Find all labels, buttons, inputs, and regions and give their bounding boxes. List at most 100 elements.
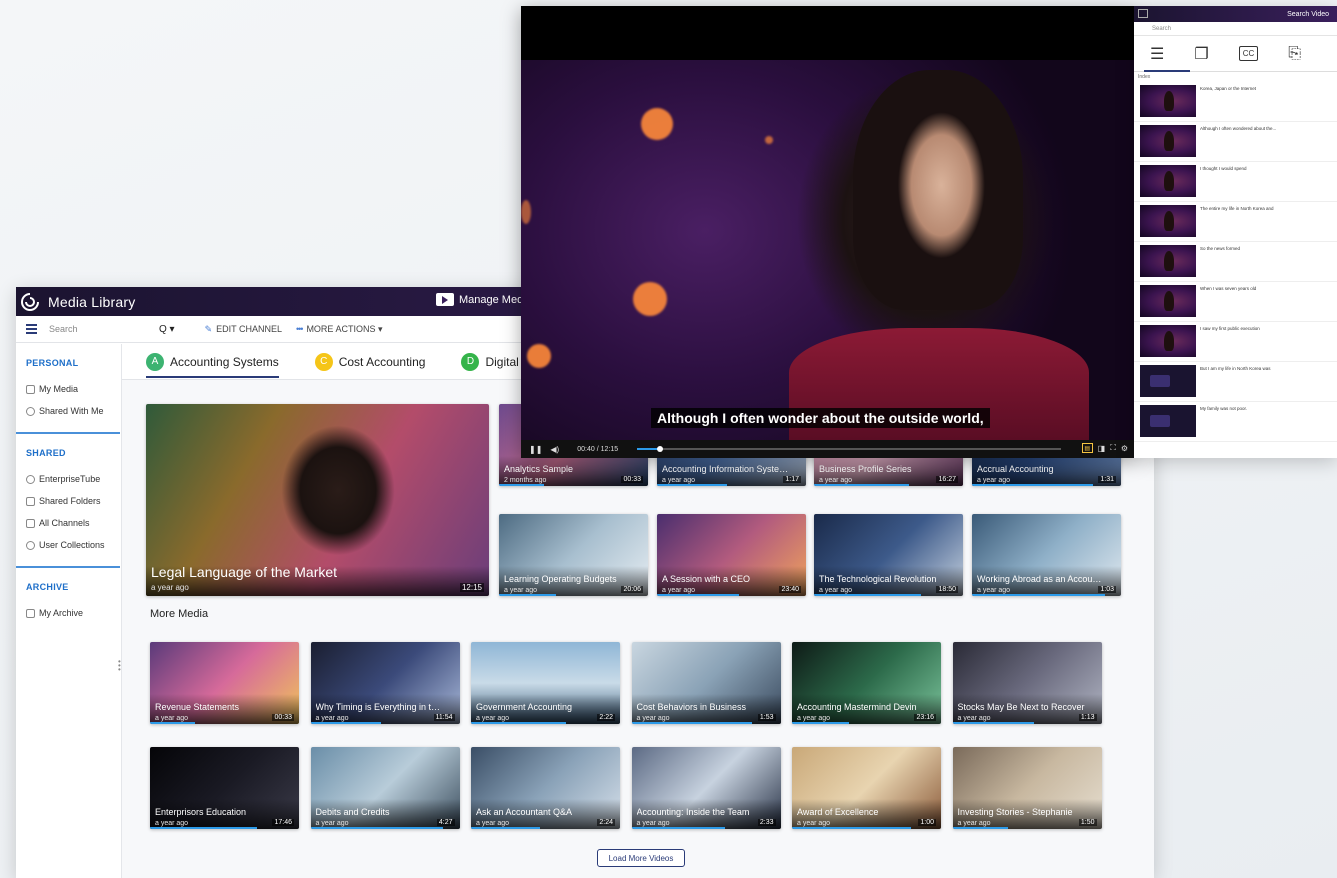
tab-letter-badge: C: [314, 352, 333, 371]
watch-progress-bar: [471, 722, 567, 724]
video-card[interactable]: Accounting: Inside the Team a year ago 2:3…: [631, 747, 781, 829]
video-age: a year ago: [476, 820, 510, 827]
entry-text: I saw my first public execution: [1200, 326, 1260, 331]
index-entry[interactable]: My family was not poor.: [1134, 402, 1337, 442]
video-card[interactable]: Stocks May Be Next to Recover a year ago 1…: [952, 642, 1102, 724]
tab-label: Accounting Systems: [170, 354, 279, 369]
sidebar-resize-handle[interactable]: • • •: [118, 658, 121, 674]
video-card[interactable]: The Technological Revolution a year ago 18…: [814, 514, 963, 596]
load-more-button[interactable]: Load More Videos: [597, 849, 685, 867]
video-age: a year ago: [819, 587, 853, 594]
pause-icon[interactable]: ❚❚: [529, 445, 542, 454]
video-card[interactable]: Investing Stories - Stephanie a year ago 1…: [952, 747, 1102, 829]
menu-icon[interactable]: [26, 322, 37, 336]
video-card[interactable]: Revenue Statements a year ago 00:33: [150, 642, 299, 724]
settings-gear-icon[interactable]: ⚙: [1121, 444, 1128, 453]
closed-captions-icon[interactable]: CC: [1238, 46, 1259, 61]
entry-text: When I was seven years old: [1200, 286, 1257, 291]
sidebar-item-enterprisetube[interactable]: EnterpriseTube: [26, 468, 120, 490]
panel-search-input[interactable]: Search: [1134, 22, 1337, 36]
featured-video-card[interactable]: Legal Language of the Market a year ago …: [146, 404, 489, 596]
list-icon[interactable]: ☰: [1150, 44, 1164, 64]
search-button[interactable]: Q ▾: [159, 324, 175, 335]
video-age: a year ago: [662, 477, 696, 484]
sidebar-item-label: Shared With Me: [39, 406, 104, 416]
video-card[interactable]: Debits and Credits a year ago 4:27: [310, 747, 460, 829]
video-card[interactable]: Government Accounting a year ago 2:22: [471, 642, 620, 724]
index-entry[interactable]: I saw my first public execution: [1134, 322, 1337, 362]
video-card[interactable]: Working Abroad as an Accountant a year ag…: [972, 514, 1121, 596]
sidebar-section-personal: PERSONAL My Media Shared With Me: [16, 344, 120, 434]
tab-cost-accounting[interactable]: C Cost Accounting: [314, 344, 425, 380]
layout-icon[interactable]: ◨: [1098, 444, 1106, 453]
panel-title: Search Video: [1287, 10, 1329, 18]
manage-media-button[interactable]: Manage Media: [436, 293, 532, 306]
video-title: Government Accounting: [476, 702, 573, 712]
video-duration: 12:15: [459, 583, 484, 592]
app-logo-icon[interactable]: [20, 292, 40, 312]
sidebar-item-all-channels[interactable]: All Channels: [26, 512, 120, 534]
bokeh-light: [641, 108, 673, 140]
video-age: a year ago: [315, 715, 349, 722]
search-input[interactable]: Search: [49, 324, 149, 334]
video-title: Enterprisors Education: [155, 807, 247, 817]
window-icon[interactable]: [1138, 9, 1148, 18]
volume-icon[interactable]: ◀): [550, 445, 559, 454]
video-age: a year ago: [155, 820, 189, 827]
sidebar-section-archive: ARCHIVE My Archive: [16, 568, 120, 634]
panel-tab-icons: ☰ ❐ CC ⎘: [1134, 36, 1337, 72]
video-card[interactable]: Ask an Accountant Q&A a year ago 2:24: [471, 747, 620, 829]
sidebar-item-shared-with-me[interactable]: Shared With Me: [26, 400, 120, 422]
watch-progress-bar: [972, 594, 1105, 596]
video-title: Stocks May Be Next to Recover: [957, 702, 1085, 712]
search-video-panel: Search Video Search ☰ ❐ CC ⎘ Index Korea…: [1134, 6, 1337, 458]
video-card[interactable]: A Session with a CEO a year ago 23:40: [657, 514, 806, 596]
archive-icon: [26, 608, 35, 618]
watch-progress-bar: [657, 484, 728, 486]
index-entry[interactable]: But I am my life in North Korea was: [1134, 362, 1337, 402]
edit-channel-button[interactable]: ✎ EDIT CHANNEL: [205, 324, 282, 335]
watch-progress-bar: [952, 827, 1008, 829]
caption-text: Although I often wonder about the outsid…: [651, 408, 990, 428]
video-title: Business Profile Series: [819, 464, 912, 474]
video-age: a year ago: [957, 715, 991, 722]
sidebar-item-user-collections[interactable]: User Collections: [26, 534, 120, 556]
bookmark-icon[interactable]: ⎘: [1288, 45, 1301, 63]
index-entry[interactable]: So the news formed: [1134, 242, 1337, 282]
seek-bar[interactable]: [637, 446, 1061, 452]
speaker-figure: [853, 70, 1023, 310]
video-card[interactable]: Award of Excellence a year ago 1:00: [792, 747, 941, 829]
sidebar-item-shared-folders[interactable]: Shared Folders: [26, 490, 120, 512]
copy-icon[interactable]: ❐: [1194, 44, 1208, 64]
video-card[interactable]: Cost Behaviors in Business a year ago 1:53: [631, 642, 781, 724]
more-actions-button[interactable]: ••• MORE ACTIONS ▾: [296, 324, 382, 335]
entry-thumbnail: [1140, 405, 1196, 437]
index-entry[interactable]: When I was seven years old: [1134, 282, 1337, 322]
panel-header: Search Video: [1134, 6, 1337, 22]
video-duration: 4:27: [436, 819, 455, 826]
video-age: a year ago: [504, 587, 538, 594]
video-card[interactable]: Why Timing is Everything in the Market a …: [310, 642, 460, 724]
sidebar-item-my-media[interactable]: My Media: [26, 378, 120, 400]
video-title: The Technological Revolution: [819, 574, 937, 584]
index-entry[interactable]: Although I often wondered about the...: [1134, 122, 1337, 162]
sidebar-item-my-archive[interactable]: My Archive: [26, 602, 120, 624]
seek-handle[interactable]: [657, 446, 664, 452]
video-frame[interactable]: [521, 60, 1134, 440]
tab-letter-badge: A: [146, 352, 164, 371]
tab-accounting-systems[interactable]: A Accounting Systems: [146, 344, 279, 380]
index-entry[interactable]: I thought I would spend: [1134, 162, 1337, 202]
captions-icon[interactable]: ▤: [1081, 443, 1093, 453]
video-age: a year ago: [819, 477, 853, 484]
index-entry[interactable]: The entire my life in North Korea and: [1134, 202, 1337, 242]
video-duration: 1:31: [1098, 476, 1116, 483]
video-age: a year ago: [957, 820, 991, 827]
video-title: Revenue Statements: [155, 702, 240, 712]
index-entry[interactable]: Korea, Japan or the Internet: [1134, 82, 1337, 122]
video-card[interactable]: Learning Operating Budgets a year ago 20:0…: [499, 514, 648, 596]
video-card[interactable]: Accounting Mastermind Devin a year ago 23:…: [792, 642, 941, 724]
video-card[interactable]: Enterprisors Education a year ago 17:46: [150, 747, 299, 829]
fullscreen-icon[interactable]: ⛶: [1110, 443, 1116, 453]
index-list: Korea, Japan or the Internet Although I o…: [1134, 82, 1337, 442]
watch-progress-bar: [471, 827, 540, 829]
